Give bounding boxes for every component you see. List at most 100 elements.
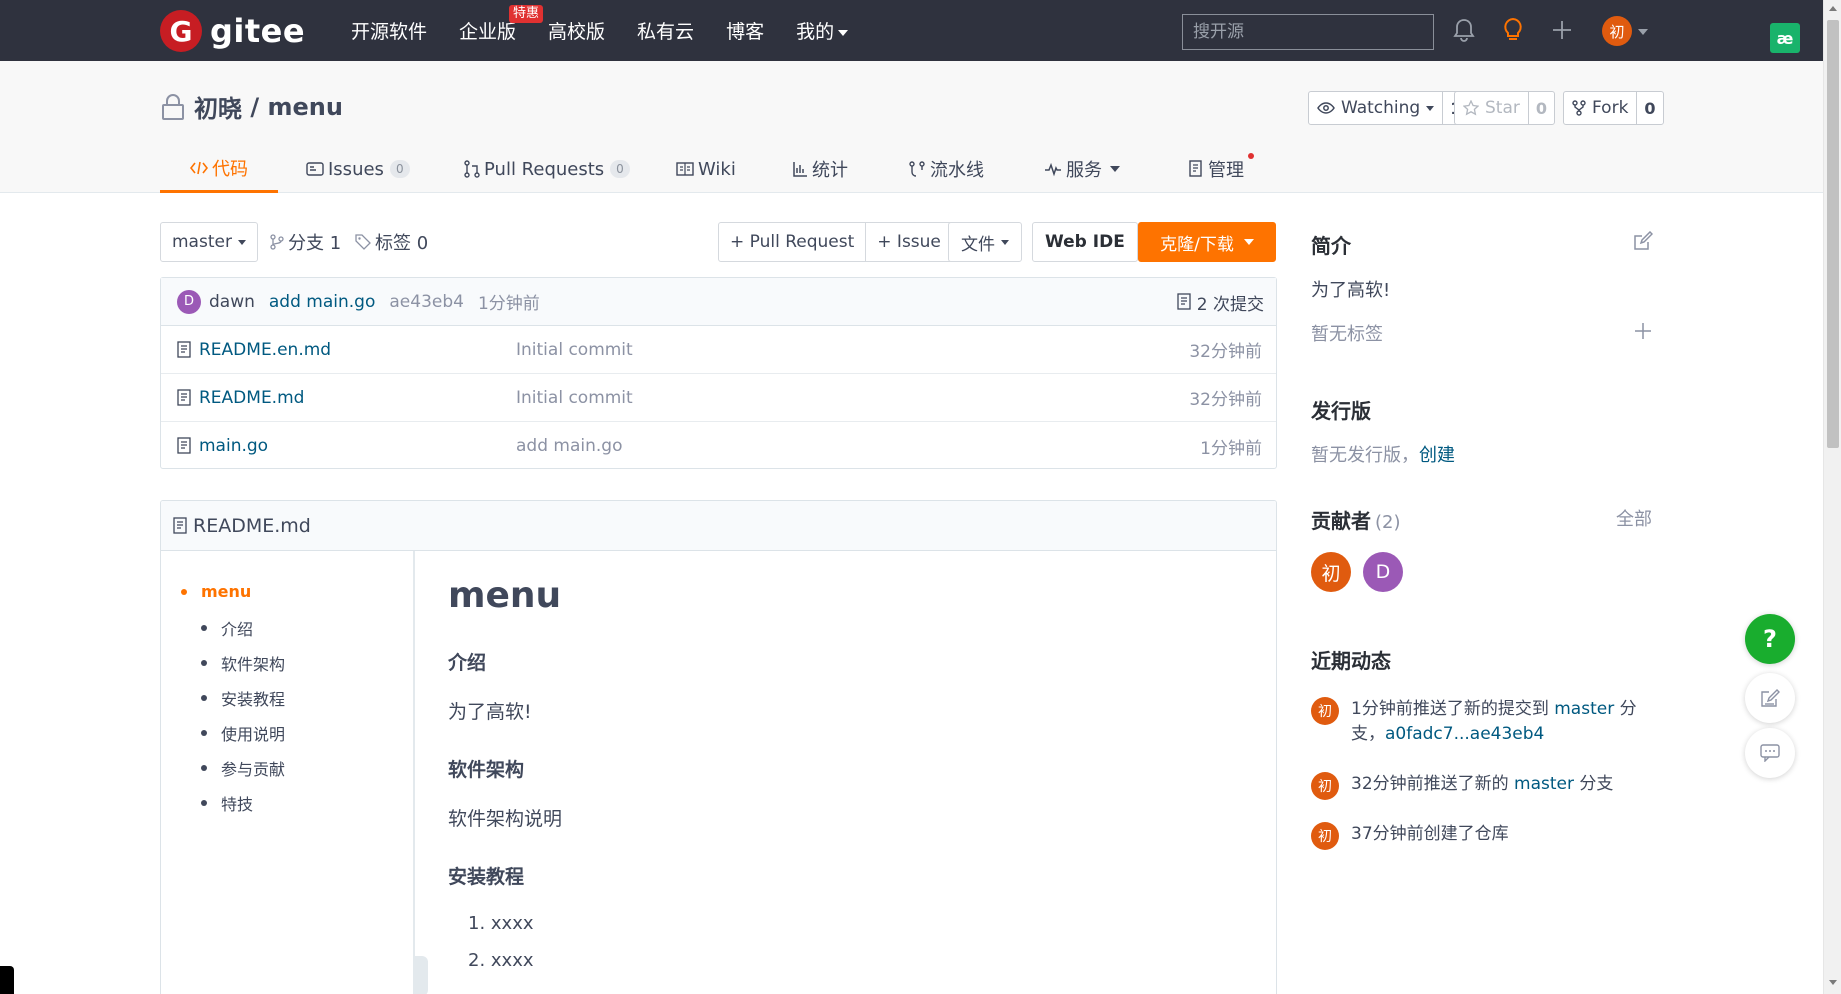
plus-icon[interactable] [1632, 320, 1654, 342]
chat-button[interactable] [1745, 728, 1795, 778]
extension-icon[interactable]: æ [1770, 23, 1800, 53]
readme-intro-text: 为了高软! [448, 701, 532, 723]
gitee-logo-text: gitee [210, 12, 306, 50]
chevron-down-icon [1426, 105, 1435, 111]
fork-button[interactable]: Fork [1564, 92, 1638, 124]
commit-count-link[interactable]: 2 次提交 [1177, 278, 1264, 326]
toc-item[interactable]: 软件架构 [201, 651, 285, 675]
fork-group: Fork 0 [1563, 91, 1664, 125]
toc-item[interactable]: 介绍 [201, 616, 253, 640]
new-issue-button[interactable]: + Issue [866, 223, 952, 261]
nav-private-cloud[interactable]: 私有云 [637, 17, 694, 44]
file-commit-time: 1分钟前 [1200, 438, 1262, 459]
plus-icon[interactable] [1548, 16, 1576, 44]
chevron-down-icon[interactable] [1638, 29, 1648, 35]
star-group: Star 0 [1454, 91, 1556, 125]
file-commit-message[interactable]: Initial commit [516, 388, 633, 408]
toc-collapse-handle[interactable] [414, 956, 428, 994]
nav-education[interactable]: 高校版 [548, 17, 605, 44]
file-name-link[interactable]: README.md [199, 388, 304, 408]
search-input[interactable] [1182, 14, 1434, 50]
toc-item[interactable]: menu [181, 582, 251, 601]
branches-link[interactable]: 分支 1 [270, 222, 341, 262]
nav-links: 开源软件 企业版 特惠 高校版 私有云 博客 我的 [351, 0, 880, 61]
page-scrollbar[interactable] [1823, 0, 1841, 994]
repo-owner-link[interactable]: 初晓 [194, 89, 242, 124]
activity-item: 1分钟前推送了新的提交到 master 分支，a0fadc7...ae43eb4 [1351, 697, 1651, 747]
file-commit-message[interactable]: Initial commit [516, 340, 633, 360]
tab-stats-label: 统计 [812, 160, 848, 181]
list-item-text: xxxx [490, 950, 534, 971]
clone-download-button[interactable]: 克隆/下载 [1138, 222, 1276, 262]
tab-wiki[interactable]: Wiki [676, 145, 736, 193]
file-menu-button[interactable]: 文件 [948, 222, 1022, 262]
tab-manage[interactable]: 管理 [1188, 145, 1254, 193]
all-contributors-link[interactable]: 全部 [1616, 505, 1652, 531]
star-count[interactable]: 0 [1529, 92, 1554, 124]
tags-link[interactable]: 标签 0 [355, 222, 428, 262]
file-commit-message[interactable]: add main.go [516, 436, 622, 456]
watch-button[interactable]: Watching [1309, 92, 1444, 124]
tab-code[interactable]: 代码 [160, 145, 278, 193]
feedback-button[interactable] [1745, 673, 1795, 723]
nav-open-source[interactable]: 开源软件 [351, 17, 427, 44]
bell-icon[interactable] [1450, 16, 1478, 44]
repo-name-link[interactable]: menu [267, 93, 342, 121]
tab-manage-label: 管理 [1208, 160, 1244, 181]
tab-code-label: 代码 [212, 158, 248, 180]
file-name-link[interactable]: README.en.md [199, 340, 331, 360]
avatar[interactable]: D [1363, 552, 1403, 592]
branch-select[interactable]: master [160, 222, 258, 262]
nav-blog[interactable]: 博客 [726, 17, 764, 44]
tags-label: 标签 0 [375, 233, 429, 254]
activity-compare-link[interactable]: a0fadc7...ae43eb4 [1385, 724, 1544, 744]
commit-message[interactable]: add main.go [269, 292, 375, 312]
list-item: 1. xxxx [468, 913, 534, 934]
file-list: D dawn add main.go ae43eb4 1分钟前 2 次提交 RE… [160, 277, 1277, 469]
chevron-down-icon [1001, 239, 1009, 245]
tab-stats[interactable]: 统计 [792, 145, 848, 193]
tab-issues[interactable]: Issues 0 [306, 145, 410, 193]
toc-item[interactable]: 特技 [201, 791, 253, 815]
nav-enterprise[interactable]: 企业版 特惠 [459, 5, 544, 44]
scrollbar-thumb[interactable] [1827, 20, 1839, 448]
avatar[interactable]: 初 [1311, 552, 1351, 592]
user-avatar[interactable]: 初 [1602, 16, 1632, 46]
eye-icon [1317, 101, 1335, 115]
tab-pipeline[interactable]: 流水线 [908, 145, 984, 193]
avatar[interactable]: D [177, 289, 201, 314]
file-name-link[interactable]: main.go [199, 436, 268, 456]
tag-icon [355, 234, 371, 250]
create-release-link[interactable]: 创建 [1419, 445, 1455, 466]
avatar[interactable]: 初 [1311, 697, 1339, 725]
commit-hash[interactable]: ae43eb4 [389, 292, 464, 312]
file-icon [177, 388, 191, 407]
tab-services[interactable]: 服务 [1044, 145, 1120, 193]
scroll-up-icon[interactable] [1829, 6, 1837, 11]
intro-title: 简介 [1311, 234, 1351, 258]
gitee-logo[interactable]: G gitee [160, 10, 305, 52]
commit-author[interactable]: dawn [209, 292, 255, 312]
activity-branch-link[interactable]: master [1554, 699, 1614, 719]
nav-mine[interactable]: 我的 [796, 17, 849, 44]
toc-item[interactable]: 安装教程 [201, 686, 285, 710]
tab-pull-requests[interactable]: Pull Requests 0 [464, 145, 630, 193]
branch-icon [270, 234, 284, 250]
toc-item[interactable]: 使用说明 [201, 721, 285, 745]
star-button[interactable]: Star [1455, 92, 1529, 124]
chat-icon [1760, 744, 1780, 762]
avatar[interactable]: 初 [1311, 822, 1339, 850]
scroll-down-icon[interactable] [1829, 980, 1837, 985]
new-pull-request-button[interactable]: + Pull Request [719, 223, 867, 261]
fork-count[interactable]: 0 [1637, 92, 1662, 124]
lightbulb-icon[interactable] [1499, 16, 1527, 44]
window-corner [0, 966, 14, 994]
toc-item[interactable]: 参与贡献 [201, 756, 285, 780]
activity-branch-link[interactable]: master [1514, 774, 1574, 794]
edit-icon[interactable] [1632, 230, 1654, 252]
avatar[interactable]: 初 [1311, 772, 1339, 800]
web-ide-button[interactable]: Web IDE [1032, 222, 1138, 262]
chevron-down-icon [838, 29, 849, 36]
help-button[interactable]: ? [1745, 614, 1795, 664]
readme-header: README.md [161, 501, 1276, 551]
